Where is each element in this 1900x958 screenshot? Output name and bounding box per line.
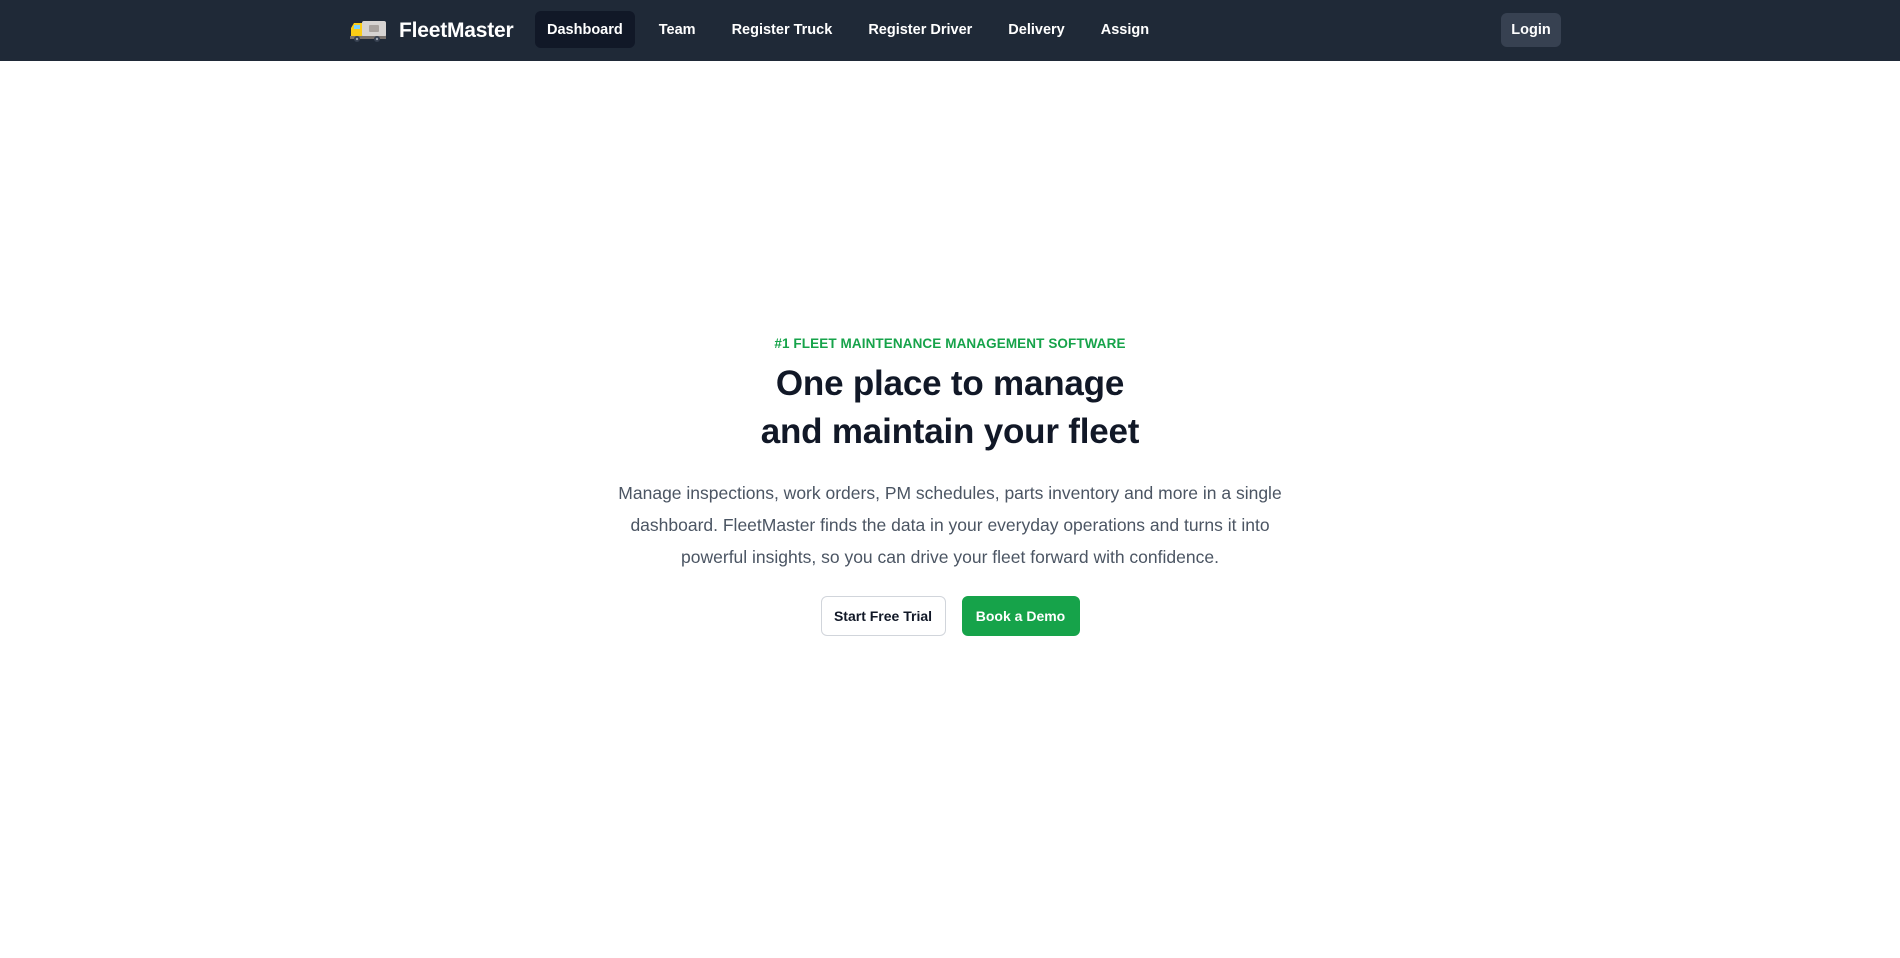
nav-item-dashboard[interactable]: Dashboard	[535, 11, 635, 48]
start-free-trial-button[interactable]: Start Free Trial	[820, 596, 946, 636]
hero-section: #1 FLEET MAINTENANCE MANAGEMENT SOFTWARE…	[0, 61, 1900, 958]
nav-item-register-driver[interactable]: Register Driver	[856, 11, 984, 48]
hero-description: Manage inspections, work orders, PM sche…	[618, 483, 1282, 567]
brand-name: FleetMaster	[399, 18, 514, 42]
brand[interactable]: FleetMaster	[349, 0, 514, 61]
nav-item-delivery[interactable]: Delivery	[996, 11, 1076, 48]
nav-item-team[interactable]: Team	[647, 11, 708, 48]
hero-cta-row: Start Free Trial Book a Demo	[820, 596, 1080, 636]
truck-icon	[350, 20, 386, 42]
top-navbar: FleetMaster Dashboard Team Register Truc…	[0, 0, 1900, 61]
nav-item-register-truck[interactable]: Register Truck	[720, 11, 845, 48]
nav-item-assign[interactable]: Assign	[1089, 11, 1161, 48]
hero-eyebrow: #1 FLEET MAINTENANCE MANAGEMENT SOFTWARE	[774, 336, 1126, 351]
book-demo-button[interactable]: Book a Demo	[961, 596, 1080, 636]
hero-headline-line-1: One place to manage	[775, 364, 1125, 403]
hero-headline-line-2: and maintain your fleet	[760, 412, 1140, 451]
main-nav: Dashboard Team Register Truck Register D…	[535, 11, 1161, 48]
login-button[interactable]: Login	[1501, 13, 1561, 47]
hero-headline: One place to manage and maintain your fl…	[670, 360, 1230, 456]
